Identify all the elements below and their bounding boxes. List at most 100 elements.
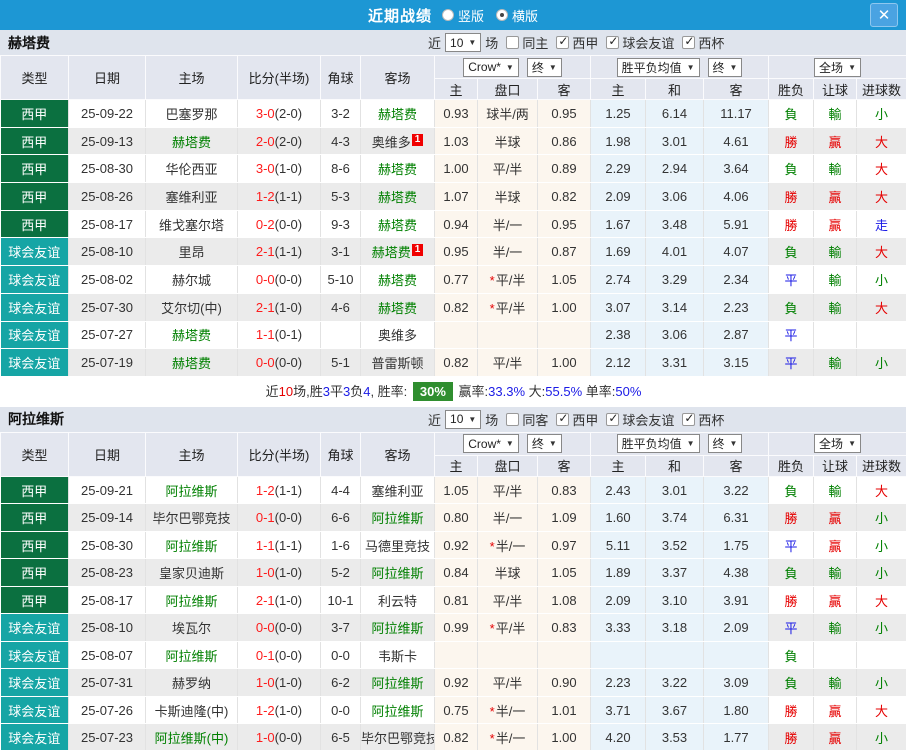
halftime-score: (1-1) [274, 188, 303, 204]
fulltime-score: 1-0 [255, 675, 275, 691]
handicap-result-cell: 輸 [813, 154, 858, 184]
avg-away-odds-cell: 2.23 [703, 293, 770, 322]
match-row: 球会友谊 25-07-27 赫塔费 1-1(0-1) 奥维多 2.38 3.06 2.87 平 [0, 321, 906, 350]
home-team-cell: 阿拉维斯 [145, 476, 238, 505]
handicap-result-cell: 輸 [813, 237, 858, 267]
bookmaker-select[interactable]: Crow* ▼ [463, 434, 519, 454]
corner-cell: 8-6 [320, 154, 361, 184]
column-header: 主 [590, 78, 646, 100]
handicap-line-cell: *半/一 [477, 723, 538, 750]
score-cell: 2-1(1-0) [237, 586, 321, 615]
team-name: 赫塔费 [8, 34, 50, 51]
radio-vertical-label: 竖版 [457, 8, 484, 24]
handicap-change-star: * [489, 300, 495, 316]
result-cell: 平 [768, 613, 815, 642]
near-count-select[interactable]: 10 ▼ [445, 409, 482, 429]
final-odds-select[interactable]: 终 ▼ [526, 57, 562, 77]
avg-away-odds-cell: 4.07 [703, 237, 770, 267]
handicap-line-cell: 平/半 [477, 348, 538, 377]
handicap-line-cell: 半球 [477, 127, 538, 156]
fulltime-score: 2-1 [255, 244, 275, 260]
handicap-line-cell: 半球 [477, 558, 538, 587]
column-header: 进球数 [856, 454, 906, 477]
avg-away-odds-cell: 3.15 [703, 348, 770, 377]
league-checkbox-label: 西杯 [698, 36, 725, 51]
handicap-change-star: * [489, 272, 495, 288]
same-venue-checkbox[interactable] [506, 412, 520, 426]
home-team-name: 阿拉维斯(中) [154, 731, 229, 747]
near-count-select[interactable]: 10 ▼ [445, 33, 482, 52]
avg-home-odds-cell: 2.09 [590, 182, 646, 211]
final-avg-select-label: 终 [712, 437, 725, 452]
final-odds-select[interactable]: 终 ▼ [526, 434, 562, 454]
match-row: 西甲 25-08-17 维戈塞尔塔 0-2(0-0) 9-3 赫塔费 0.94 半/一 0.95… [0, 210, 906, 239]
match-scope-select-label: 全场 [819, 437, 844, 452]
handicap-line-cell: 半球 [477, 182, 538, 211]
summary-segment: 50% [615, 383, 642, 399]
away-team-name: 赫塔费 [377, 162, 417, 178]
score-cell: 3-0(1-0) [237, 154, 321, 184]
handicap-home-odds-cell: 1.07 [434, 182, 478, 211]
date-cell: 25-07-26 [68, 696, 146, 725]
handicap-line-text: 半/一 [492, 217, 523, 233]
column-header: 日期 [68, 431, 146, 477]
avg-draw-odds-cell: 3.48 [645, 210, 704, 239]
date-cell: 25-09-22 [68, 99, 146, 128]
avg-away-odds-cell: 3.91 [703, 586, 770, 615]
games-label: 场 [485, 412, 499, 428]
home-team-cell: 赫塔费 [145, 348, 238, 377]
home-team-cell: 里昂 [145, 237, 238, 267]
handicap-away-odds-cell [537, 641, 591, 670]
final-avg-select[interactable]: 终 ▼ [707, 57, 743, 77]
handicap-line-cell [477, 641, 538, 670]
column-header: 客 [702, 78, 770, 100]
radio-horizontal-icon[interactable] [496, 9, 508, 21]
home-team-cell: 埃瓦尔 [145, 613, 238, 642]
close-button[interactable]: ✕ [870, 3, 898, 27]
final-avg-select[interactable]: 终 ▼ [707, 434, 743, 454]
league-cell: 球会友谊 [0, 348, 69, 377]
column-header: 客 [702, 454, 770, 477]
score-cell: 0-1(0-0) [237, 503, 321, 532]
league-checkbox[interactable] [682, 411, 696, 426]
avg-draw-odds-cell: 4.01 [645, 237, 704, 267]
avg-type-select[interactable]: 胜平负均值 ▼ [616, 434, 700, 454]
bookmaker-select[interactable]: Crow* ▼ [463, 57, 519, 77]
match-scope-select[interactable]: 全场 ▼ [814, 434, 861, 454]
stats-table: 类型 日期 主场 比分(半场) 角球 客场 Crow* ▼ 终 ▼ 胜平负均值 ▼ 终 ▼ 全场 ▼ 主盘口客主… [0, 431, 906, 750]
league-cell: 西甲 [0, 586, 69, 615]
avg-type-select[interactable]: 胜平负均值 ▼ [616, 57, 700, 77]
away-team-name: 赫塔费 [377, 106, 417, 122]
league-checkbox[interactable] [556, 34, 570, 49]
match-scope-select[interactable]: 全场 ▼ [814, 57, 861, 77]
radio-horizontal[interactable]: 横版 [496, 6, 538, 25]
halftime-score: (0-0) [274, 510, 303, 526]
same-venue-checkbox[interactable] [506, 36, 520, 49]
handicap-home-odds-cell: 0.77 [434, 265, 478, 294]
league-checkbox[interactable] [556, 411, 570, 426]
radio-vertical[interactable]: 竖版 [441, 6, 484, 25]
home-team-cell: 赫塔费 [145, 321, 238, 350]
league-checkbox[interactable] [606, 34, 620, 49]
match-row: 西甲 25-09-21 阿拉维斯 1-2(1-1) 4-4 塞维利亚 1.05 平/半 0.83… [0, 476, 906, 505]
handicap-result-cell: 輸 [813, 558, 858, 587]
halftime-score: (1-1) [274, 244, 303, 260]
column-header: 主场 [145, 55, 238, 100]
halftime-score: (0-0) [274, 271, 303, 287]
radio-vertical-icon[interactable] [441, 9, 454, 21]
column-header: 胜负 [768, 454, 815, 477]
league-checkbox[interactable] [606, 411, 620, 426]
avg-home-odds-cell: 3.33 [590, 613, 646, 642]
chevron-down-icon: ▼ [468, 38, 477, 47]
handicap-home-odds-cell [434, 321, 478, 350]
header-select-group: 全场 ▼ [768, 55, 906, 79]
league-checkbox[interactable] [682, 34, 696, 49]
goals-result-cell [856, 641, 906, 670]
handicap-home-odds-cell: 1.05 [434, 476, 478, 505]
score-cell: 2-1(1-0) [237, 293, 321, 322]
column-header: 客场 [360, 431, 435, 477]
avg-draw-odds-cell: 3.01 [645, 476, 704, 505]
handicap-line-cell: *平/半 [477, 613, 538, 642]
avg-home-odds-cell: 1.89 [590, 558, 646, 587]
column-header: 盘口 [477, 78, 538, 100]
